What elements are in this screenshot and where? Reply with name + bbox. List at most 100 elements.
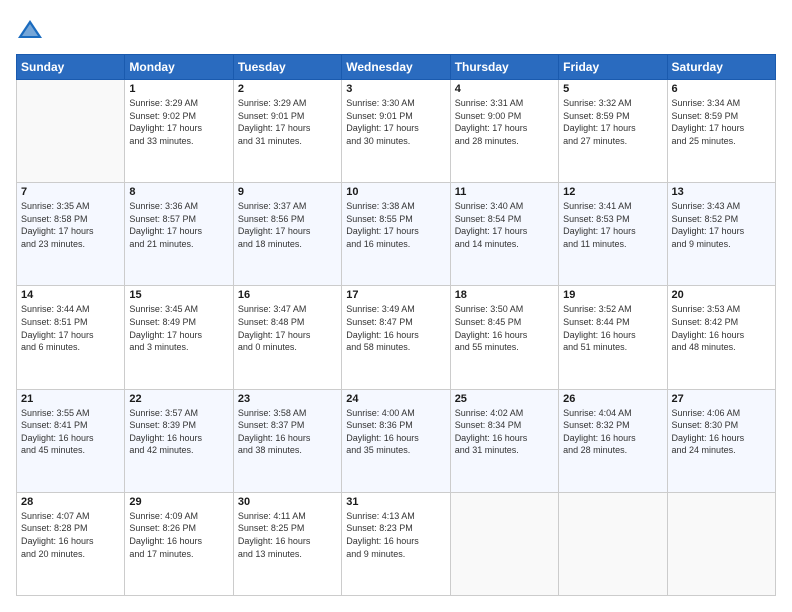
- calendar-cell: 23Sunrise: 3:58 AM Sunset: 8:37 PM Dayli…: [233, 389, 341, 492]
- calendar-cell: 27 Sunrise: 4:06 AM Sunset: 8:30 PM Dayli…: [667, 389, 775, 492]
- day-info: Sunrise: 3:29 AM Sunset: 9:02 PM Dayligh…: [129, 97, 228, 147]
- day-info: Sunrise: 4:13 AM Sunset: 8:23 PM Dayligh…: [346, 510, 445, 560]
- day-info: Sunrise: 3:50 AM Sunset: 8:45 PM Dayligh…: [455, 303, 554, 353]
- calendar-cell: [450, 492, 558, 595]
- calendar-cell: 1 Sunrise: 3:29 AM Sunset: 9:02 PM Daylig…: [125, 80, 233, 183]
- calendar-cell: 14 Sunrise: 3:44 AM Sunset: 8:51 PM Dayli…: [17, 286, 125, 389]
- day-number: 27: [672, 393, 771, 405]
- calendar-cell: 3Sunrise: 3:30 AM Sunset: 9:01 PM Daylig…: [342, 80, 450, 183]
- day-number: 8: [129, 186, 228, 198]
- calendar-cell: 16 Sunrise: 3:47 AM Sunset: 8:48 PM Dayli…: [233, 286, 341, 389]
- day-info: Sunrise: 3:47 AM Sunset: 8:48 PM Dayligh…: [238, 303, 337, 353]
- day-info: Sunrise: 3:37 AM Sunset: 8:56 PM Dayligh…: [238, 200, 337, 250]
- calendar-cell: 21Sunrise: 3:55 AM Sunset: 8:41 PM Dayli…: [17, 389, 125, 492]
- calendar-table: SundayMondayTuesdayWednesdayThursdayFrid…: [16, 54, 776, 596]
- calendar-cell: [17, 80, 125, 183]
- calendar-cell: 29 Sunrise: 4:09 AM Sunset: 8:26 PM Dayli…: [125, 492, 233, 595]
- day-info: Sunrise: 3:36 AM Sunset: 8:57 PM Dayligh…: [129, 200, 228, 250]
- day-number: 17: [346, 289, 445, 301]
- calendar-cell: [667, 492, 775, 595]
- calendar-cell: 13Sunrise: 3:43 AM Sunset: 8:52 PM Dayli…: [667, 183, 775, 286]
- day-info: Sunrise: 3:31 AM Sunset: 9:00 PM Dayligh…: [455, 97, 554, 147]
- calendar-cell: 25 Sunrise: 4:02 AM Sunset: 8:34 PM Dayli…: [450, 389, 558, 492]
- day-number: 2: [238, 83, 337, 95]
- day-number: 19: [563, 289, 662, 301]
- calendar-cell: 8 Sunrise: 3:36 AM Sunset: 8:57 PM Daylig…: [125, 183, 233, 286]
- day-number: 15: [129, 289, 228, 301]
- day-info: Sunrise: 4:02 AM Sunset: 8:34 PM Dayligh…: [455, 407, 554, 457]
- day-number: 20: [672, 289, 771, 301]
- calendar-header-saturday: Saturday: [667, 55, 775, 80]
- day-number: 26: [563, 393, 662, 405]
- day-number: 23: [238, 393, 337, 405]
- calendar-cell: 19 Sunrise: 3:52 AM Sunset: 8:44 PM Dayli…: [559, 286, 667, 389]
- day-number: 9: [238, 186, 337, 198]
- day-info: Sunrise: 4:00 AM Sunset: 8:36 PM Dayligh…: [346, 407, 445, 457]
- day-number: 18: [455, 289, 554, 301]
- calendar-cell: 10 Sunrise: 3:38 AM Sunset: 8:55 PM Dayli…: [342, 183, 450, 286]
- calendar-cell: 20 Sunrise: 3:53 AM Sunset: 8:42 PM Dayli…: [667, 286, 775, 389]
- calendar-cell: 24Sunrise: 4:00 AM Sunset: 8:36 PM Dayli…: [342, 389, 450, 492]
- day-info: Sunrise: 4:07 AM Sunset: 8:28 PM Dayligh…: [21, 510, 120, 560]
- day-number: 10: [346, 186, 445, 198]
- day-info: Sunrise: 3:52 AM Sunset: 8:44 PM Dayligh…: [563, 303, 662, 353]
- day-info: Sunrise: 3:29 AM Sunset: 9:01 PM Dayligh…: [238, 97, 337, 147]
- calendar-cell: 31 Sunrise: 4:13 AM Sunset: 8:23 PM Dayli…: [342, 492, 450, 595]
- day-number: 28: [21, 496, 120, 508]
- calendar-cell: 18 Sunrise: 3:50 AM Sunset: 8:45 PM Dayli…: [450, 286, 558, 389]
- day-number: 6: [672, 83, 771, 95]
- calendar-header-tuesday: Tuesday: [233, 55, 341, 80]
- day-info: Sunrise: 3:34 AM Sunset: 8:59 PM Dayligh…: [672, 97, 771, 147]
- calendar-cell: 17 Sunrise: 3:49 AM Sunset: 8:47 PM Dayli…: [342, 286, 450, 389]
- calendar-header-sunday: Sunday: [17, 55, 125, 80]
- logo-icon: [16, 16, 44, 44]
- calendar-header-thursday: Thursday: [450, 55, 558, 80]
- calendar-week-row: 1 Sunrise: 3:29 AM Sunset: 9:02 PM Daylig…: [17, 80, 776, 183]
- calendar-cell: [559, 492, 667, 595]
- day-number: 12: [563, 186, 662, 198]
- day-number: 31: [346, 496, 445, 508]
- day-info: Sunrise: 3:49 AM Sunset: 8:47 PM Dayligh…: [346, 303, 445, 353]
- day-info: Sunrise: 3:38 AM Sunset: 8:55 PM Dayligh…: [346, 200, 445, 250]
- calendar-page: SundayMondayTuesdayWednesdayThursdayFrid…: [0, 0, 792, 612]
- calendar-header-friday: Friday: [559, 55, 667, 80]
- calendar-cell: 11Sunrise: 3:40 AM Sunset: 8:54 PM Dayli…: [450, 183, 558, 286]
- day-number: 7: [21, 186, 120, 198]
- calendar-week-row: 21Sunrise: 3:55 AM Sunset: 8:41 PM Dayli…: [17, 389, 776, 492]
- calendar-cell: 30 Sunrise: 4:11 AM Sunset: 8:25 PM Dayli…: [233, 492, 341, 595]
- day-number: 13: [672, 186, 771, 198]
- day-info: Sunrise: 3:40 AM Sunset: 8:54 PM Dayligh…: [455, 200, 554, 250]
- day-number: 16: [238, 289, 337, 301]
- calendar-week-row: 14 Sunrise: 3:44 AM Sunset: 8:51 PM Dayli…: [17, 286, 776, 389]
- calendar-cell: 7 Sunrise: 3:35 AM Sunset: 8:58 PM Daylig…: [17, 183, 125, 286]
- day-info: Sunrise: 4:09 AM Sunset: 8:26 PM Dayligh…: [129, 510, 228, 560]
- day-info: Sunrise: 3:53 AM Sunset: 8:42 PM Dayligh…: [672, 303, 771, 353]
- day-info: Sunrise: 4:04 AM Sunset: 8:32 PM Dayligh…: [563, 407, 662, 457]
- day-number: 22: [129, 393, 228, 405]
- logo: [16, 16, 46, 44]
- day-number: 14: [21, 289, 120, 301]
- day-number: 4: [455, 83, 554, 95]
- day-info: Sunrise: 3:45 AM Sunset: 8:49 PM Dayligh…: [129, 303, 228, 353]
- day-number: 25: [455, 393, 554, 405]
- day-number: 30: [238, 496, 337, 508]
- calendar-cell: 5 Sunrise: 3:32 AM Sunset: 8:59 PM Daylig…: [559, 80, 667, 183]
- day-info: Sunrise: 4:11 AM Sunset: 8:25 PM Dayligh…: [238, 510, 337, 560]
- day-info: Sunrise: 3:44 AM Sunset: 8:51 PM Dayligh…: [21, 303, 120, 353]
- day-number: 3: [346, 83, 445, 95]
- calendar-cell: 15 Sunrise: 3:45 AM Sunset: 8:49 PM Dayli…: [125, 286, 233, 389]
- day-info: Sunrise: 4:06 AM Sunset: 8:30 PM Dayligh…: [672, 407, 771, 457]
- calendar-cell: 28 Sunrise: 4:07 AM Sunset: 8:28 PM Dayli…: [17, 492, 125, 595]
- day-info: Sunrise: 3:41 AM Sunset: 8:53 PM Dayligh…: [563, 200, 662, 250]
- calendar-week-row: 7 Sunrise: 3:35 AM Sunset: 8:58 PM Daylig…: [17, 183, 776, 286]
- calendar-cell: 6 Sunrise: 3:34 AM Sunset: 8:59 PM Daylig…: [667, 80, 775, 183]
- calendar-header-row: SundayMondayTuesdayWednesdayThursdayFrid…: [17, 55, 776, 80]
- day-number: 1: [129, 83, 228, 95]
- day-info: Sunrise: 3:35 AM Sunset: 8:58 PM Dayligh…: [21, 200, 120, 250]
- day-number: 5: [563, 83, 662, 95]
- calendar-cell: 26 Sunrise: 4:04 AM Sunset: 8:32 PM Dayli…: [559, 389, 667, 492]
- day-info: Sunrise: 3:32 AM Sunset: 8:59 PM Dayligh…: [563, 97, 662, 147]
- header: [16, 16, 776, 44]
- calendar-header-monday: Monday: [125, 55, 233, 80]
- day-number: 29: [129, 496, 228, 508]
